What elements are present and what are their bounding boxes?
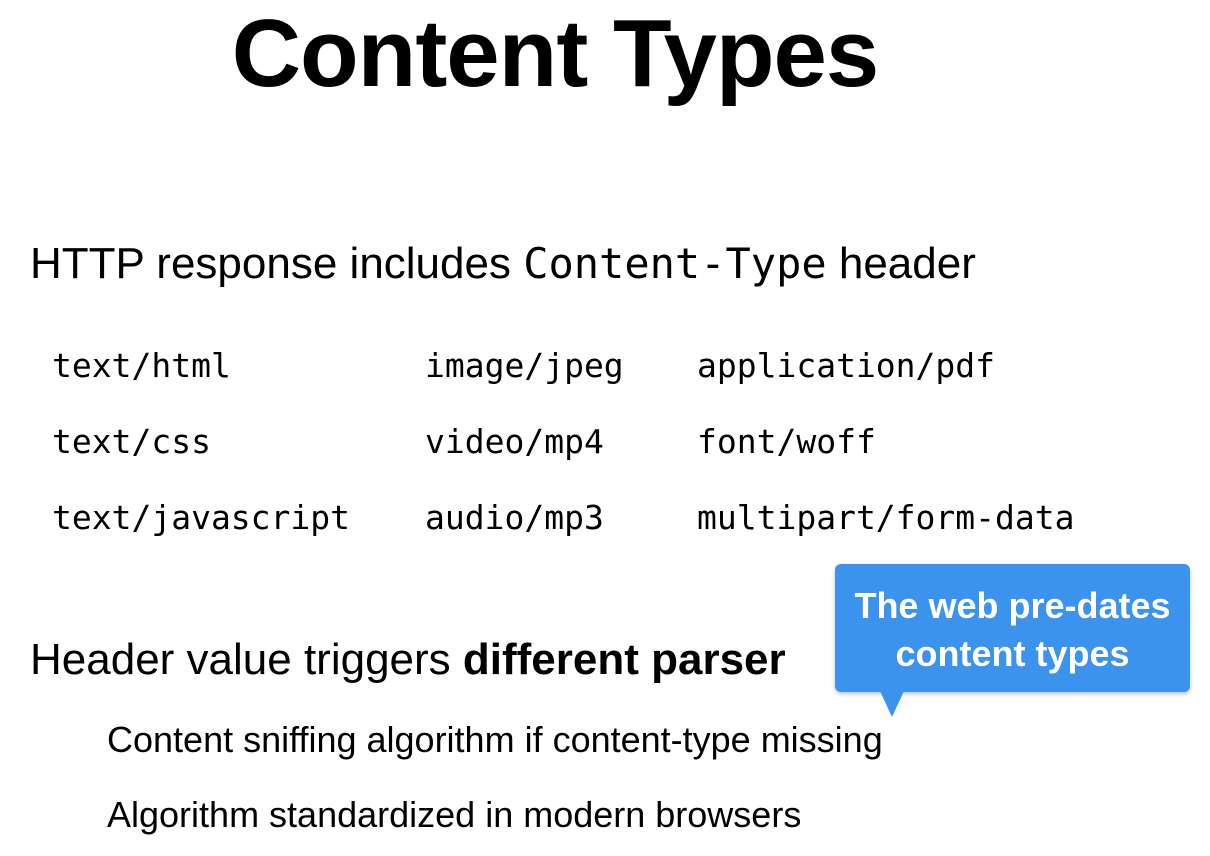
bullet-text-before: HTTP response includes [30, 239, 524, 288]
sub-bullet-standardized: Algorithm standardized in modern browser… [107, 794, 802, 835]
bullet-text-after: header [826, 239, 976, 288]
type-application-pdf: application/pdf [697, 346, 996, 385]
callout-line-1: The web pre-dates [854, 585, 1171, 626]
type-text-javascript: text/javascript [52, 498, 351, 537]
type-video-mp4: video/mp4 [425, 422, 604, 461]
type-text-css: text/css [52, 422, 211, 461]
callout-line-2: content types [895, 633, 1130, 674]
type-font-woff: font/woff [697, 422, 876, 461]
bullet-different-parser: Header value triggers different parser [30, 634, 786, 686]
bullet2-bold-text: different parser [462, 635, 786, 684]
sub-bullet-sniffing: Content sniffing algorithm if content-ty… [107, 719, 883, 760]
type-audio-mp3: audio/mp3 [425, 498, 604, 537]
content-type-code: Content-Type [523, 239, 827, 288]
slide-title: Content Types [231, 0, 880, 107]
callout-tail [880, 691, 904, 717]
type-image-jpeg: image/jpeg [425, 346, 624, 385]
type-text-html: text/html [52, 346, 231, 385]
bullet-content-type-header: HTTP response includes Content-Type head… [30, 238, 976, 290]
callout-bubble: The web pre-dates content types [835, 564, 1190, 692]
type-multipart-form-data: multipart/form-data [697, 498, 1075, 537]
bullet2-text-before: Header value triggers [30, 635, 463, 684]
